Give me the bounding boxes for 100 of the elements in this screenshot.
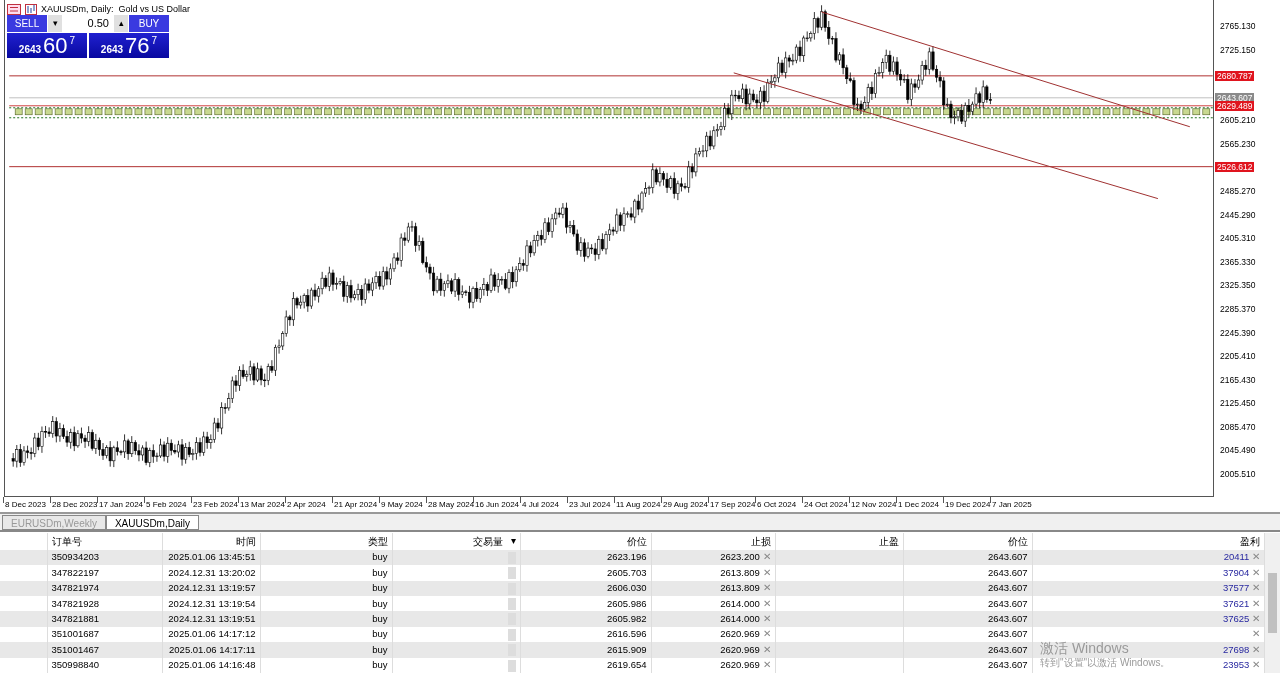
close-icon[interactable]: ✕ <box>1252 613 1260 624</box>
price-tick-label: 2405.310 <box>1219 232 1256 245</box>
order-number: 347821928 <box>51 597 100 609</box>
open-price: 2605.982 <box>606 613 647 624</box>
order-type: buy <box>372 628 388 640</box>
order-time: 2024.12.31 13:19:54 <box>168 597 256 609</box>
price-tick-label: 2125.450 <box>1219 397 1256 410</box>
order-type: buy <box>372 597 388 609</box>
blurred-volume-icon <box>507 567 516 580</box>
close-icon[interactable]: ✕ <box>762 628 771 640</box>
date-tick-label: 5 Feb 2024 <box>145 499 188 511</box>
date-tick-label: 23 Jul 2024 <box>568 499 612 511</box>
price-tick-label: 2445.290 <box>1219 208 1256 221</box>
profit-value: 37621 <box>1222 597 1250 609</box>
date-tick-label: 4 Jul 2024 <box>521 499 560 511</box>
close-icon[interactable]: ✕ <box>1252 628 1260 640</box>
order-number: 350998840 <box>51 659 100 671</box>
column-header[interactable]: 时间 <box>235 535 256 547</box>
scrollbar[interactable] <box>1265 532 1280 673</box>
column-header[interactable]: 止盈 <box>878 535 899 547</box>
profit-value: 37904 <box>1222 566 1250 578</box>
column-header[interactable]: 订单号 <box>51 535 82 547</box>
date-tick-label: 28 May 2024 <box>427 499 473 511</box>
order-time: 2025.01.06 14:16:48 <box>168 659 256 671</box>
order-type: buy <box>372 659 388 671</box>
stop-loss-value: 2623.200 <box>720 551 760 563</box>
price-tick-label: 2165.430 <box>1219 373 1256 386</box>
close-icon[interactable]: ✕ <box>1252 643 1260 655</box>
current-price: 2643.607 <box>987 659 1028 671</box>
close-icon[interactable]: ✕ <box>1252 551 1260 563</box>
order-time: 2025.01.06 13:45:51 <box>168 551 256 563</box>
close-icon[interactable]: ✕ <box>762 643 771 655</box>
price-tick-label: 2765.130 <box>1219 20 1256 32</box>
chart-tab[interactable]: EURUSDm,Weekly <box>2 514 106 530</box>
price-tick-label: 2045.490 <box>1219 444 1256 457</box>
price-pips: 60 <box>43 35 68 57</box>
close-icon[interactable]: ✕ <box>762 551 771 563</box>
open-price: 2619.654 <box>606 659 647 671</box>
buy-button[interactable]: BUY <box>129 15 169 32</box>
volume-down-button[interactable]: ▾ <box>48 15 62 32</box>
order-number: 350934203 <box>51 551 100 563</box>
close-icon[interactable]: ✕ <box>762 582 771 594</box>
order-type: buy <box>372 582 388 594</box>
close-icon[interactable]: ✕ <box>1252 659 1260 671</box>
column-header[interactable]: 止损 <box>750 535 771 547</box>
date-tick-label: 12 Nov 2024 <box>850 499 896 511</box>
date-tick-label: 28 Dec 2023 <box>51 499 97 511</box>
close-icon[interactable]: ✕ <box>762 566 771 578</box>
order-time: 2025.01.06 14:17:11 <box>169 643 256 655</box>
price-tick-label: 2285.370 <box>1219 302 1256 315</box>
price-tick-label: 2725.150 <box>1219 43 1256 56</box>
column-header[interactable]: 类型 <box>367 535 388 547</box>
blurred-volume-icon <box>507 659 516 672</box>
profit-value: 20411 <box>1223 551 1250 563</box>
price-tick-label: 2325.350 <box>1219 279 1256 292</box>
open-price: 2605.703 <box>606 566 647 578</box>
price-point: 7 <box>151 34 158 48</box>
price-tick-label: 2365.330 <box>1219 255 1256 268</box>
date-tick-label: 23 Feb 2024 <box>192 499 238 511</box>
close-icon[interactable]: ✕ <box>762 613 771 624</box>
close-icon[interactable]: ✕ <box>1252 597 1260 609</box>
column-header[interactable]: 交易量 <box>472 533 503 549</box>
column-header[interactable]: 价位 <box>626 535 647 547</box>
current-price: 2643.607 <box>987 582 1028 594</box>
bars-icon <box>7 4 21 16</box>
open-price: 2615.909 <box>606 643 647 655</box>
profit-value: 23953 <box>1222 659 1250 671</box>
date-tick-label: 24 Oct 2024 <box>803 499 849 511</box>
order-type: buy <box>372 551 388 563</box>
column-header[interactable]: 盈利 <box>1240 535 1260 547</box>
date-tick-label: 7 Jan 2025 <box>991 499 1033 511</box>
price-tick-label: 2565.230 <box>1219 137 1256 150</box>
price-level-label: 2629.489 <box>1215 101 1255 111</box>
order-type: buy <box>372 643 388 655</box>
profit-value: 37625 <box>1222 613 1250 624</box>
chart-tab[interactable]: XAUUSDm,Daily <box>105 514 199 530</box>
date-tick-label: 17 Jan 2024 <box>98 499 144 511</box>
price-level-label: 2526.612 <box>1215 162 1255 172</box>
price-pips: 76 <box>125 35 150 57</box>
order-number: 351001687 <box>51 628 100 640</box>
sell-button[interactable]: SELL <box>7 15 47 32</box>
activation-text: 转到"设置"以激活 Windows。 <box>1040 656 1171 670</box>
close-icon[interactable]: ✕ <box>762 659 771 671</box>
activation-title: 激活 Windows <box>1040 640 1130 656</box>
sort-icon: ▾ <box>510 534 516 549</box>
volume-up-button[interactable]: ▴ <box>114 15 128 32</box>
date-tick-label: 2 Apr 2024 <box>286 499 327 511</box>
order-time: 2024.12.31 13:19:51 <box>168 613 256 624</box>
column-header[interactable]: 价位 <box>1007 535 1028 547</box>
close-icon[interactable]: ✕ <box>1252 566 1260 578</box>
close-icon[interactable]: ✕ <box>1252 582 1260 594</box>
order-number: 347821881 <box>51 613 100 624</box>
date-tick-label: 9 May 2024 <box>380 499 424 511</box>
date-tick-label: 21 Apr 2024 <box>333 499 379 511</box>
open-price: 2616.596 <box>606 628 647 640</box>
order-number: 351001467 <box>51 643 100 655</box>
chart-title: XAUUSDm, Daily: Gold vs US Dollar <box>41 3 191 16</box>
order-type: buy <box>372 613 388 624</box>
close-icon[interactable]: ✕ <box>762 597 771 609</box>
date-tick-label: 8 Dec 2023 <box>4 499 47 511</box>
